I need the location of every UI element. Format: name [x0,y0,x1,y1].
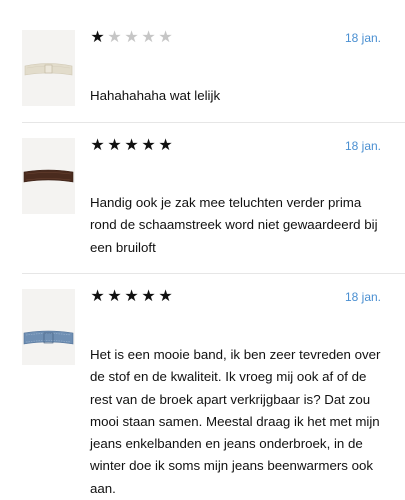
star-filled-icon: ★ [90,135,105,154]
star-filled-icon: ★ [124,135,139,154]
star-filled-icon: ★ [107,286,122,305]
star-filled-icon: ★ [158,286,173,305]
star-empty-icon: ★ [158,27,173,46]
star-empty-icon: ★ [141,27,156,46]
review-text: Het is een mooie band, ik ben zeer tevre… [90,347,381,496]
star-empty-icon: ★ [107,27,122,46]
star-rating: ★ ★ ★ ★ ★ [90,288,173,304]
denim-belt-image [22,289,75,365]
star-filled-icon: ★ [107,135,122,154]
star-empty-icon: ★ [124,27,139,46]
product-thumbnail[interactable] [22,138,75,214]
star-rating: ★ ★ ★ ★ ★ [90,137,173,153]
star-rating: ★ ★ ★ ★ ★ [90,29,173,45]
beige-belt-image [22,30,75,106]
review-item: ★ ★ ★ ★ ★ 18 jan. Hahahahaha wat lelijk [0,0,405,122]
star-filled-icon: ★ [158,135,173,154]
product-thumbnail[interactable] [22,289,75,365]
brown-belt-image [22,138,75,214]
review-date: 18 jan. [344,139,381,153]
review-item: ★ ★ ★ ★ ★ 18 jan. Het is een mooie band, ik … [0,274,405,500]
review-date: 18 jan. [344,31,381,45]
star-filled-icon: ★ [90,286,105,305]
product-thumbnail[interactable] [22,30,75,106]
star-filled-icon: ★ [124,286,139,305]
star-filled-icon: ★ [141,286,156,305]
review-date: 18 jan. [344,290,381,304]
star-filled-icon: ★ [141,135,156,154]
reviews-page: ★ ★ ★ ★ ★ 18 jan. Hahahahaha wat lelijk ★ ★ ★ ★… [0,0,405,500]
star-filled-icon: ★ [90,27,105,46]
review-text: Hahahahaha wat lelijk [90,88,221,103]
review-text: Handig ook je zak mee teluchten verder p… [90,195,378,255]
review-item: ★ ★ ★ ★ ★ 18 jan. Handig ook je zak mee telu… [0,123,405,273]
